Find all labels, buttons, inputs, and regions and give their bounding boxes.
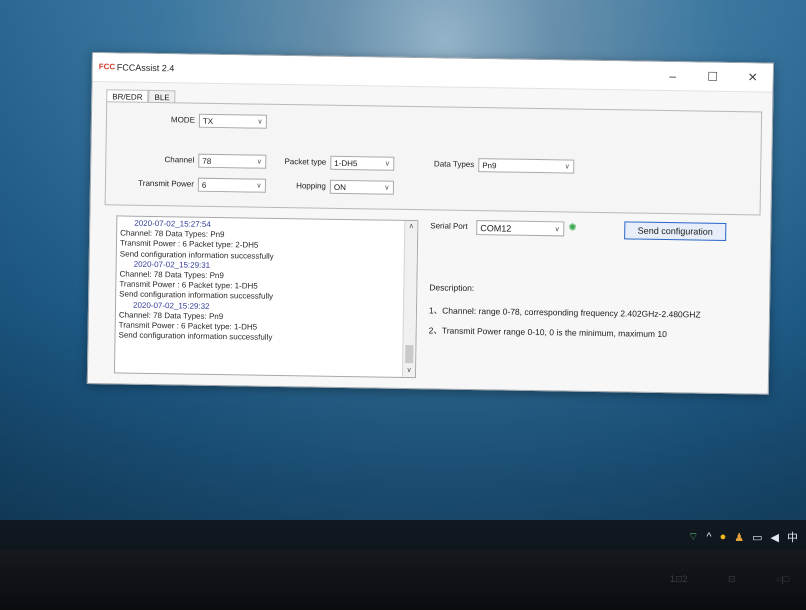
taskbar (0, 520, 806, 550)
close-button[interactable]: ✕ (732, 63, 772, 92)
hopping-label: Hopping (296, 181, 326, 191)
notification-icon[interactable]: ● (720, 531, 727, 543)
send-configuration-button[interactable]: Send configuration (624, 221, 727, 241)
hopping-select[interactable]: ON ∨ (329, 179, 395, 195)
description-heading: Description: (429, 282, 475, 294)
window-controls: – ☐ ✕ (652, 62, 772, 92)
minimize-button[interactable]: – (652, 62, 692, 91)
mode-label: MODE (170, 115, 196, 125)
chevron-down-icon: ∨ (257, 118, 263, 126)
chevron-down-icon: ∨ (384, 184, 390, 192)
channel-label: Channel (164, 155, 195, 165)
bezel-label-2: ⊡ (728, 574, 736, 584)
app-window: FCC FCCAssist 2.4 – ☐ ✕ BR/EDR BLE MODE … (86, 52, 774, 395)
data-types-select[interactable]: Pn9 ∨ (478, 158, 575, 174)
bezel-label-3: ○|□ (776, 574, 790, 584)
chevron-down-icon: ∨ (384, 160, 390, 168)
channel-select[interactable]: 78 ∨ (198, 153, 267, 169)
chevron-down-icon: ∨ (554, 225, 560, 233)
volume-icon[interactable]: ◀ (771, 531, 779, 544)
bezel-buttons: 1⊡2 ⊡ ○|□ (640, 574, 806, 604)
connection-status-icon: ✺ (568, 222, 577, 234)
log-output[interactable]: 2020-07-02_15:27:54 Channel: 78 Data Type… (113, 215, 419, 379)
scroll-up-arrow-icon[interactable]: ∧ (405, 221, 417, 233)
person-icon[interactable]: ♟ (734, 531, 744, 544)
ime-indicator[interactable]: 中 (787, 529, 798, 545)
scroll-thumb[interactable] (405, 344, 414, 364)
system-tray: ⌔ ^ ● ♟ ▭ ◀ 中 (688, 528, 798, 546)
serial-panel: Serial Port COM12 ∨ ✺ Send configuration … (428, 218, 760, 383)
log-lines: 2020-07-02_15:27:54 Channel: 78 Data Type… (118, 218, 400, 345)
log-scrollbar[interactable]: ∧ ∨ (401, 220, 418, 378)
wifi-icon[interactable]: ⌔ (688, 530, 698, 544)
display-icon[interactable]: ▭ (752, 531, 762, 544)
chevron-down-icon: ∨ (256, 182, 262, 190)
window-title: FCCAssist 2.4 (116, 62, 175, 74)
transmit-power-select[interactable]: 6 ∨ (197, 177, 267, 193)
chevron-up-icon[interactable]: ^ (706, 531, 711, 543)
description-item-1: 1、Channel: range 0-78, corresponding fre… (428, 305, 701, 320)
app-logo-icon: FCC (98, 62, 116, 72)
serial-port-label: Serial Port (430, 221, 468, 231)
chevron-down-icon: ∨ (256, 158, 262, 166)
chevron-down-icon: ∨ (564, 163, 570, 171)
config-panel: MODE TX ∨ Channel 78 ∨ Packet type 1-DH5 ∨ … (104, 101, 763, 216)
description-item-2: 2、Transmit Power range 0-10, 0 is the mi… (428, 325, 667, 340)
mode-select[interactable]: TX ∨ (198, 113, 268, 129)
packet-type-label: Packet type (284, 157, 327, 167)
bezel-label-1: 1⊡2 (670, 574, 688, 584)
scroll-down-arrow-icon[interactable]: ∨ (403, 365, 415, 377)
packet-type-select[interactable]: 1-DH5 ∨ (330, 155, 395, 171)
serial-port-select[interactable]: COM12 ∨ (476, 220, 565, 237)
data-types-label: Data Types (433, 159, 475, 170)
maximize-button[interactable]: ☐ (692, 62, 732, 91)
transmit-power-label: Transmit Power (138, 178, 195, 189)
